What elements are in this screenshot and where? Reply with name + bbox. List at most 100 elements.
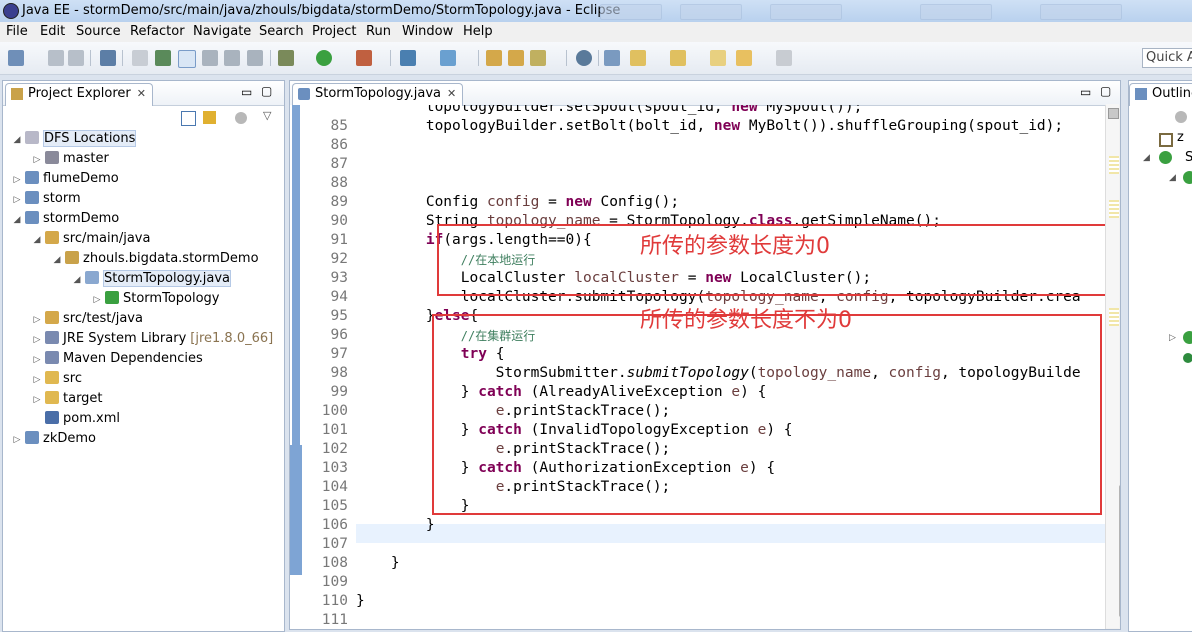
- minimize-icon[interactable]: ▭: [241, 85, 252, 99]
- expand-icon[interactable]: ◢: [1169, 173, 1176, 183]
- menu-run[interactable]: Run: [366, 24, 391, 39]
- search-icon[interactable]: [530, 50, 546, 66]
- tree-item[interactable]: ◢ zhouls.bigdata.stormDemo: [51, 249, 259, 269]
- new-server-icon[interactable]: [400, 50, 416, 66]
- view-menu-icon[interactable]: [235, 112, 247, 124]
- tree-item[interactable]: ▷ JRE System Library [jre1.8.0_66]: [31, 329, 273, 349]
- tree-item[interactable]: ▷ master: [31, 149, 109, 169]
- expand-icon[interactable]: ▷: [31, 150, 43, 170]
- menu-file[interactable]: File: [6, 24, 28, 39]
- toggle-icon[interactable]: [132, 50, 148, 66]
- run-icon[interactable]: [316, 50, 332, 66]
- menu-refactor[interactable]: Refactor: [130, 24, 185, 39]
- collapse-all-icon[interactable]: [181, 111, 196, 126]
- code-line[interactable]: }: [356, 555, 400, 571]
- collapse-icon[interactable]: ◢: [71, 270, 83, 290]
- external-tools-icon[interactable]: [155, 50, 171, 66]
- tab-project-explorer[interactable]: Project Explorer ✕: [5, 83, 153, 106]
- source-folder-icon: [45, 311, 59, 324]
- link-editor-icon[interactable]: [203, 111, 216, 124]
- code-line[interactable]: Config config = new Config();: [356, 194, 679, 210]
- tree-item[interactable]: ▷ target: [31, 389, 103, 409]
- new-icon[interactable]: [8, 50, 24, 66]
- tab-stormtopology-java[interactable]: StormTopology.java ✕: [292, 83, 464, 106]
- back-icon[interactable]: [736, 50, 752, 66]
- maximize-icon[interactable]: ▢: [1100, 84, 1111, 98]
- tree-item[interactable]: ▷ zkDemo: [11, 429, 96, 449]
- menu-navigate[interactable]: Navigate: [193, 24, 251, 39]
- annotation-icon[interactable]: [604, 50, 620, 66]
- debug-icon[interactable]: [278, 50, 294, 66]
- expand-icon[interactable]: ▷: [91, 290, 103, 310]
- tab-outline[interactable]: Outline: [1129, 83, 1192, 106]
- tree-item[interactable]: ◢ DFS Locations: [11, 129, 137, 150]
- ruler-marker[interactable]: [1109, 156, 1119, 174]
- tree-item[interactable]: ▷ StormTopology: [91, 289, 219, 309]
- maximize-icon[interactable]: ▢: [261, 84, 272, 98]
- minimize-icon[interactable]: ▭: [1080, 85, 1091, 99]
- quick-access-input[interactable]: Quick A: [1142, 48, 1192, 68]
- expand-icon[interactable]: ▷: [11, 430, 23, 450]
- mark-occurrences-icon[interactable]: [178, 50, 196, 68]
- expand-icon[interactable]: ▷: [11, 170, 23, 190]
- new-class-icon[interactable]: [440, 50, 456, 66]
- collapse-icon[interactable]: ◢: [31, 230, 43, 250]
- save-all-icon[interactable]: [68, 50, 84, 66]
- menu-window[interactable]: Window: [402, 24, 453, 39]
- open-task-icon[interactable]: [508, 50, 524, 66]
- expand-icon[interactable]: ◢: [1143, 153, 1150, 163]
- menu-project[interactable]: Project: [312, 24, 356, 39]
- run-external-icon[interactable]: [356, 50, 372, 66]
- expand-icon[interactable]: ▷: [31, 350, 43, 370]
- java-file-icon: [85, 271, 99, 284]
- tree-item[interactable]: ▷ src/test/java: [31, 309, 143, 329]
- code-line[interactable]: }: [356, 593, 365, 609]
- menu-source[interactable]: Source: [76, 24, 121, 39]
- collapse-icon[interactable]: ◢: [11, 130, 23, 150]
- next-annotation-icon[interactable]: [630, 50, 646, 66]
- last-edit-icon[interactable]: [710, 50, 726, 66]
- expand-icon[interactable]: ▷: [31, 390, 43, 410]
- chevron-down-icon[interactable]: ▽: [263, 109, 271, 122]
- menu-help[interactable]: Help: [463, 24, 493, 39]
- forward-icon[interactable]: [776, 50, 792, 66]
- expand-icon[interactable]: ▷: [1169, 333, 1176, 343]
- tree-item[interactable]: ▷ storm: [11, 189, 81, 209]
- block-select-icon[interactable]: [202, 50, 218, 66]
- whitespace-icon[interactable]: [224, 50, 240, 66]
- close-icon[interactable]: ✕: [447, 87, 456, 100]
- expand-icon[interactable]: ▷: [31, 370, 43, 390]
- tree-item[interactable]: ◢ src/main/java: [31, 229, 150, 249]
- tree-item-label: storm: [43, 191, 81, 206]
- folder-icon: [45, 371, 59, 384]
- code-line[interactable]: }: [356, 517, 435, 533]
- close-icon[interactable]: ✕: [137, 87, 146, 100]
- menu-search[interactable]: Search: [259, 24, 304, 39]
- prev-annotation-icon[interactable]: [670, 50, 686, 66]
- tree-item[interactable]: ◢ StormTopology.java: [71, 269, 232, 290]
- expand-icon[interactable]: ▷: [11, 190, 23, 210]
- ruler-marker[interactable]: [1109, 200, 1119, 218]
- open-type-icon[interactable]: [486, 50, 502, 66]
- expand-icon[interactable]: ▷: [31, 330, 43, 350]
- menu-edit[interactable]: Edit: [40, 24, 65, 39]
- globe-icon[interactable]: [576, 50, 592, 66]
- save-icon[interactable]: [48, 50, 64, 66]
- tree-item[interactable]: ▷ Maven Dependencies: [31, 349, 203, 369]
- outline-view-menu-icon[interactable]: [1175, 111, 1187, 123]
- collapse-icon[interactable]: ◢: [51, 250, 63, 270]
- code-line[interactable]: topologyBuilder.setBolt(bolt_id, new MyB…: [356, 118, 1063, 134]
- collapse-icon[interactable]: ◢: [11, 210, 23, 230]
- tree-item[interactable]: pom.xml: [31, 409, 120, 429]
- ruler-marker[interactable]: [1109, 308, 1119, 326]
- tree-item[interactable]: ◢ stormDemo: [11, 209, 119, 229]
- code-line[interactable]: topologyBuilder.setSpout(spout_id, new M…: [356, 105, 863, 115]
- ruler-marker: [1108, 108, 1119, 119]
- expand-icon[interactable]: ▷: [31, 310, 43, 330]
- paragraph-icon[interactable]: [247, 50, 263, 66]
- tree-item[interactable]: ▷ src: [31, 369, 82, 389]
- line-number: 109: [321, 574, 348, 590]
- print-icon[interactable]: [100, 50, 116, 66]
- tree-item[interactable]: ▷ flumeDemo: [11, 169, 119, 189]
- tree-item-label: StormTopology: [123, 291, 220, 306]
